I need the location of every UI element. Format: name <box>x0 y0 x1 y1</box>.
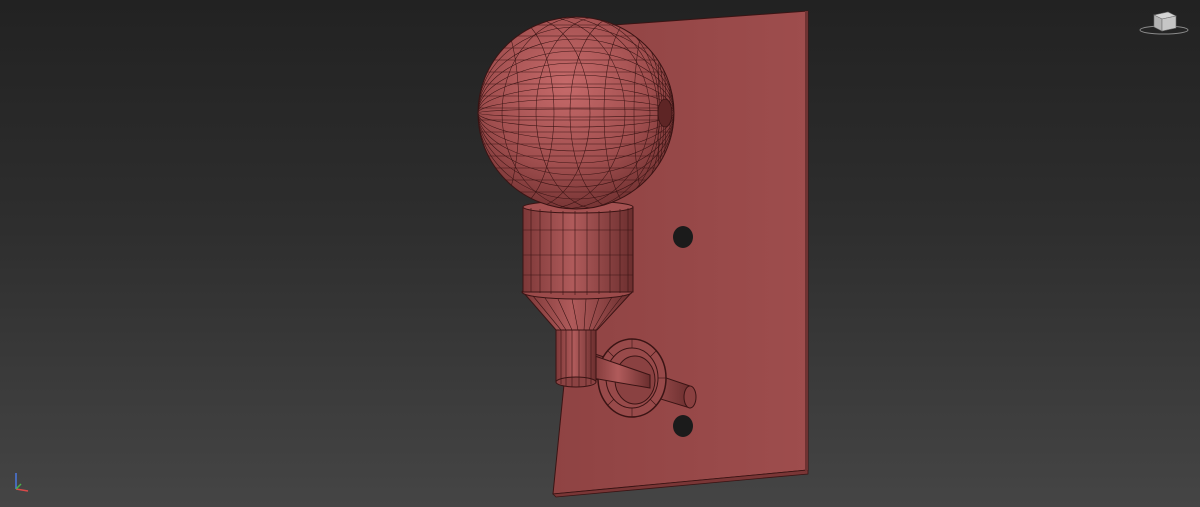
mounting-hole-top <box>673 226 693 248</box>
mounting-hole-bottom <box>673 415 693 437</box>
axis-tripod-icon <box>15 473 29 492</box>
neck-cylinder[interactable] <box>555 329 597 388</box>
bulb-base[interactable] <box>522 200 634 295</box>
viewport[interactable] <box>0 0 1200 507</box>
model-scene[interactable] <box>0 0 1200 507</box>
light-bulb-sphere[interactable] <box>465 16 675 210</box>
viewcube-icon[interactable] <box>1138 6 1190 36</box>
